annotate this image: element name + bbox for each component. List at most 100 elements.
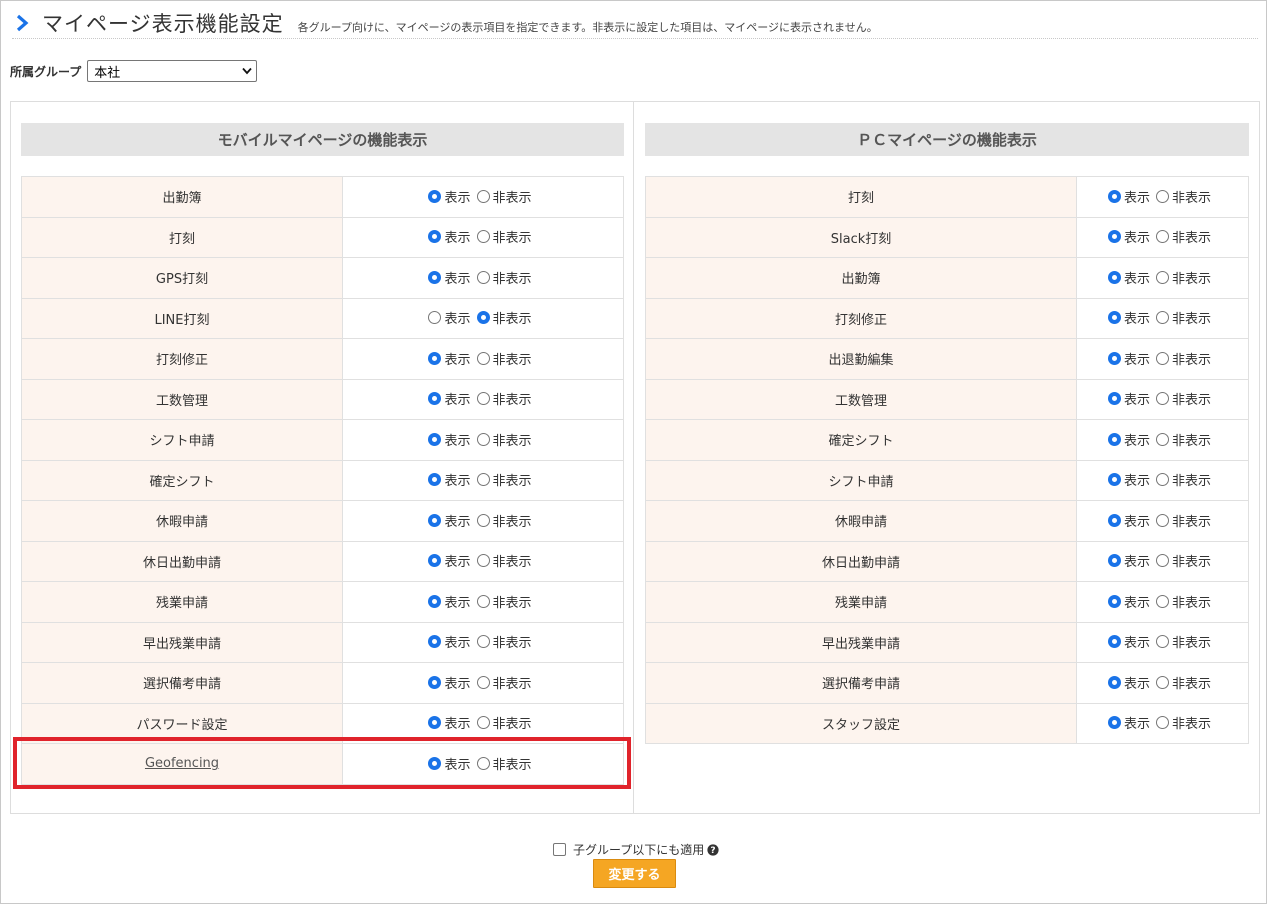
- hide-radio-label[interactable]: 非表示: [493, 430, 532, 449]
- show-radio[interactable]: [428, 189, 442, 203]
- show-radio-label[interactable]: 表示: [444, 592, 470, 611]
- show-radio[interactable]: [428, 554, 442, 568]
- hide-radio[interactable]: [1156, 716, 1169, 730]
- show-radio-label[interactable]: 表示: [1124, 713, 1150, 732]
- show-radio-label[interactable]: 表示: [1124, 551, 1150, 570]
- show-radio-label[interactable]: 表示: [1124, 187, 1150, 206]
- apply-child-checkbox[interactable]: [553, 843, 566, 856]
- hide-radio-label[interactable]: 非表示: [1172, 470, 1211, 489]
- show-radio-label[interactable]: 表示: [444, 430, 470, 449]
- hide-radio-label[interactable]: 非表示: [493, 592, 532, 611]
- hide-radio[interactable]: [476, 392, 490, 406]
- show-radio[interactable]: [428, 473, 442, 487]
- hide-radio[interactable]: [1156, 351, 1169, 365]
- hide-radio[interactable]: [476, 311, 490, 325]
- show-radio-label[interactable]: 表示: [444, 227, 470, 246]
- show-radio-label[interactable]: 表示: [444, 349, 470, 368]
- show-radio-label[interactable]: 表示: [444, 268, 470, 287]
- show-radio[interactable]: [1107, 189, 1121, 203]
- hide-radio[interactable]: [476, 473, 490, 487]
- show-radio-label[interactable]: 表示: [1124, 673, 1150, 692]
- show-radio[interactable]: [428, 230, 442, 244]
- show-radio-label[interactable]: 表示: [444, 713, 470, 732]
- show-radio[interactable]: [1107, 230, 1121, 244]
- hide-radio-label[interactable]: 非表示: [493, 187, 532, 206]
- group-select[interactable]: 本社: [87, 60, 258, 82]
- hide-radio[interactable]: [1156, 554, 1169, 568]
- show-radio-label[interactable]: 表示: [1124, 511, 1150, 530]
- hide-radio-label[interactable]: 非表示: [493, 551, 532, 570]
- hide-radio-label[interactable]: 非表示: [1172, 308, 1211, 327]
- show-radio[interactable]: [428, 594, 442, 608]
- hide-radio[interactable]: [476, 513, 490, 527]
- show-radio-label[interactable]: 表示: [444, 673, 470, 692]
- show-radio[interactable]: [1107, 716, 1121, 730]
- show-radio[interactable]: [1107, 675, 1121, 689]
- hide-radio[interactable]: [476, 189, 490, 203]
- show-radio-label[interactable]: 表示: [444, 470, 470, 489]
- show-radio[interactable]: [428, 513, 442, 527]
- hide-radio[interactable]: [1156, 675, 1169, 689]
- hide-radio[interactable]: [1156, 594, 1169, 608]
- show-radio-label[interactable]: 表示: [444, 187, 470, 206]
- show-radio[interactable]: [1107, 270, 1121, 284]
- show-radio[interactable]: [428, 716, 442, 730]
- hide-radio[interactable]: [1156, 270, 1169, 284]
- hide-radio-label[interactable]: 非表示: [1172, 592, 1211, 611]
- show-radio[interactable]: [428, 635, 442, 649]
- hide-radio[interactable]: [476, 432, 490, 446]
- show-radio[interactable]: [1107, 392, 1121, 406]
- show-radio[interactable]: [1107, 311, 1121, 325]
- show-radio[interactable]: [1107, 513, 1121, 527]
- show-radio-label[interactable]: 表示: [444, 389, 470, 408]
- hide-radio-label[interactable]: 非表示: [1172, 227, 1211, 246]
- show-radio[interactable]: [1107, 635, 1121, 649]
- show-radio-label[interactable]: 表示: [1124, 632, 1150, 651]
- hide-radio-label[interactable]: 非表示: [493, 511, 532, 530]
- hide-radio[interactable]: [1156, 513, 1169, 527]
- hide-radio-label[interactable]: 非表示: [1172, 551, 1211, 570]
- show-radio[interactable]: [1107, 351, 1121, 365]
- hide-radio[interactable]: [1156, 230, 1169, 244]
- submit-button[interactable]: 変更する: [593, 859, 676, 888]
- hide-radio[interactable]: [1156, 473, 1169, 487]
- hide-radio[interactable]: [1156, 392, 1169, 406]
- show-radio-label[interactable]: 表示: [1124, 349, 1150, 368]
- show-radio[interactable]: [1107, 554, 1121, 568]
- show-radio-label[interactable]: 表示: [444, 632, 470, 651]
- show-radio[interactable]: [1107, 473, 1121, 487]
- hide-radio-label[interactable]: 非表示: [1172, 389, 1211, 408]
- hide-radio-label[interactable]: 非表示: [1172, 511, 1211, 530]
- hide-radio-label[interactable]: 非表示: [493, 308, 532, 327]
- hide-radio-label[interactable]: 非表示: [1172, 430, 1211, 449]
- hide-radio-label[interactable]: 非表示: [493, 349, 532, 368]
- show-radio[interactable]: [428, 270, 442, 284]
- hide-radio[interactable]: [1156, 189, 1169, 203]
- show-radio[interactable]: [1107, 594, 1121, 608]
- show-radio-label[interactable]: 表示: [444, 551, 470, 570]
- show-radio-label[interactable]: 表示: [444, 308, 470, 327]
- hide-radio-label[interactable]: 非表示: [1172, 713, 1211, 732]
- show-radio-label[interactable]: 表示: [1124, 308, 1150, 327]
- hide-radio[interactable]: [1156, 311, 1169, 325]
- hide-radio-label[interactable]: 非表示: [493, 470, 532, 489]
- show-radio[interactable]: [428, 311, 442, 325]
- show-radio-label[interactable]: 表示: [444, 511, 470, 530]
- hide-radio-label[interactable]: 非表示: [1172, 187, 1211, 206]
- hide-radio-label[interactable]: 非表示: [1172, 673, 1211, 692]
- hide-radio-label[interactable]: 非表示: [493, 632, 532, 651]
- hide-radio[interactable]: [476, 675, 490, 689]
- show-radio-label[interactable]: 表示: [1124, 592, 1150, 611]
- show-radio-label[interactable]: 表示: [1124, 430, 1150, 449]
- help-icon[interactable]: ?: [707, 843, 719, 856]
- hide-radio[interactable]: [1156, 432, 1169, 446]
- show-radio[interactable]: [428, 351, 442, 365]
- hide-radio[interactable]: [476, 716, 490, 730]
- hide-radio[interactable]: [476, 230, 490, 244]
- hide-radio-label[interactable]: 非表示: [1172, 268, 1211, 287]
- hide-radio-label[interactable]: 非表示: [493, 673, 532, 692]
- hide-radio[interactable]: [476, 270, 490, 284]
- show-radio[interactable]: [428, 432, 442, 446]
- hide-radio[interactable]: [476, 554, 490, 568]
- show-radio[interactable]: [428, 675, 442, 689]
